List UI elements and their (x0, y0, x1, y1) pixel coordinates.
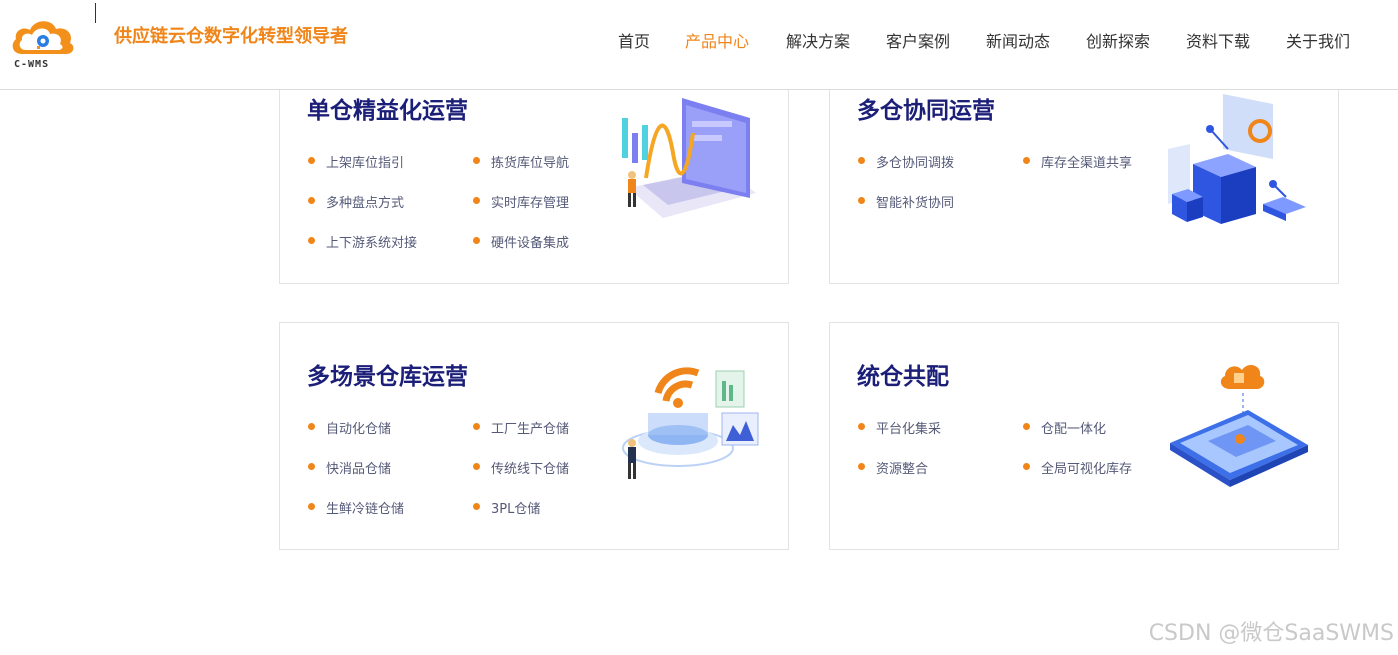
feature-item[interactable]: 快消品仓储 (308, 458, 391, 477)
feature-item[interactable]: 多仓协同调拨 (858, 152, 954, 171)
header-divider (95, 3, 96, 23)
nav-item-solutions[interactable]: 解决方案 (786, 28, 850, 52)
logo-text: C-WMS (14, 59, 50, 70)
laptop-chart-illustration-icon (618, 93, 758, 232)
feature-item[interactable]: 库存全渠道共享 (1023, 152, 1132, 171)
nav-item-news[interactable]: 新闻动态 (986, 28, 1050, 52)
feature-item[interactable]: 平台化集采 (858, 418, 941, 437)
feature-item[interactable]: 上下游系统对接 (308, 232, 417, 251)
feature-item[interactable]: 智能补货协同 (858, 192, 954, 211)
feature-item[interactable]: 全局可视化库存 (1023, 458, 1132, 477)
nav-item-innovation[interactable]: 创新探索 (1086, 28, 1150, 52)
feature-item[interactable]: 自动化仓储 (308, 418, 391, 437)
nav-item-downloads[interactable]: 资料下载 (1186, 28, 1250, 52)
card-title: 多仓协同运营 (857, 98, 995, 124)
feature-item[interactable]: 工厂生产仓储 (473, 418, 569, 437)
page: C-WMS 供应链云仓数字化转型领导者 首页 产品中心 解决方案 客户案例 新闻… (0, 0, 1398, 655)
csdn-watermark: CSDN @微仓SaaSWMS (1148, 621, 1394, 646)
feature-item[interactable]: 实时库存管理 (473, 192, 569, 211)
site-slogan: 供应链云仓数字化转型领导者 (114, 26, 348, 47)
feature-item[interactable]: 硬件设备集成 (473, 232, 569, 251)
feature-item[interactable]: 3PL仓储 (473, 498, 540, 517)
nav-item-products[interactable]: 产品中心 (685, 28, 749, 52)
feature-item[interactable]: 传统线下仓储 (473, 458, 569, 477)
site-header: C-WMS 供应链云仓数字化转型领导者 首页 产品中心 解决方案 客户案例 新闻… (0, 0, 1398, 90)
card-title: 多场景仓库运营 (307, 364, 468, 390)
product-card-unified-distribution[interactable]: 统仓共配 平台化集采 仓配一体化 资源整合 全局可视化库存 (829, 322, 1339, 550)
nav-item-home[interactable]: 首页 (618, 28, 650, 52)
card-title: 单仓精益化运营 (307, 98, 468, 124)
nav-item-about[interactable]: 关于我们 (1286, 28, 1350, 52)
card-title: 统仓共配 (857, 364, 949, 390)
feature-item[interactable]: 仓配一体化 (1023, 418, 1106, 437)
cube-network-illustration-icon (1168, 89, 1313, 233)
product-card-multi-scenario[interactable]: 多场景仓库运营 自动化仓储 工厂生产仓储 快消品仓储 传统线下仓储 生鲜冷链仓储… (279, 322, 789, 550)
feature-item[interactable]: 上架库位指引 (308, 152, 404, 171)
cloud-tablet-illustration-icon (1168, 355, 1313, 499)
feature-item[interactable]: 资源整合 (858, 458, 928, 477)
nav-item-cases[interactable]: 客户案例 (886, 28, 950, 52)
feature-item[interactable]: 拣货库位导航 (473, 152, 569, 171)
feature-item[interactable]: 多种盘点方式 (308, 192, 404, 211)
wifi-platform-illustration-icon (618, 363, 763, 492)
feature-item[interactable]: 生鲜冷链仓储 (308, 498, 404, 517)
